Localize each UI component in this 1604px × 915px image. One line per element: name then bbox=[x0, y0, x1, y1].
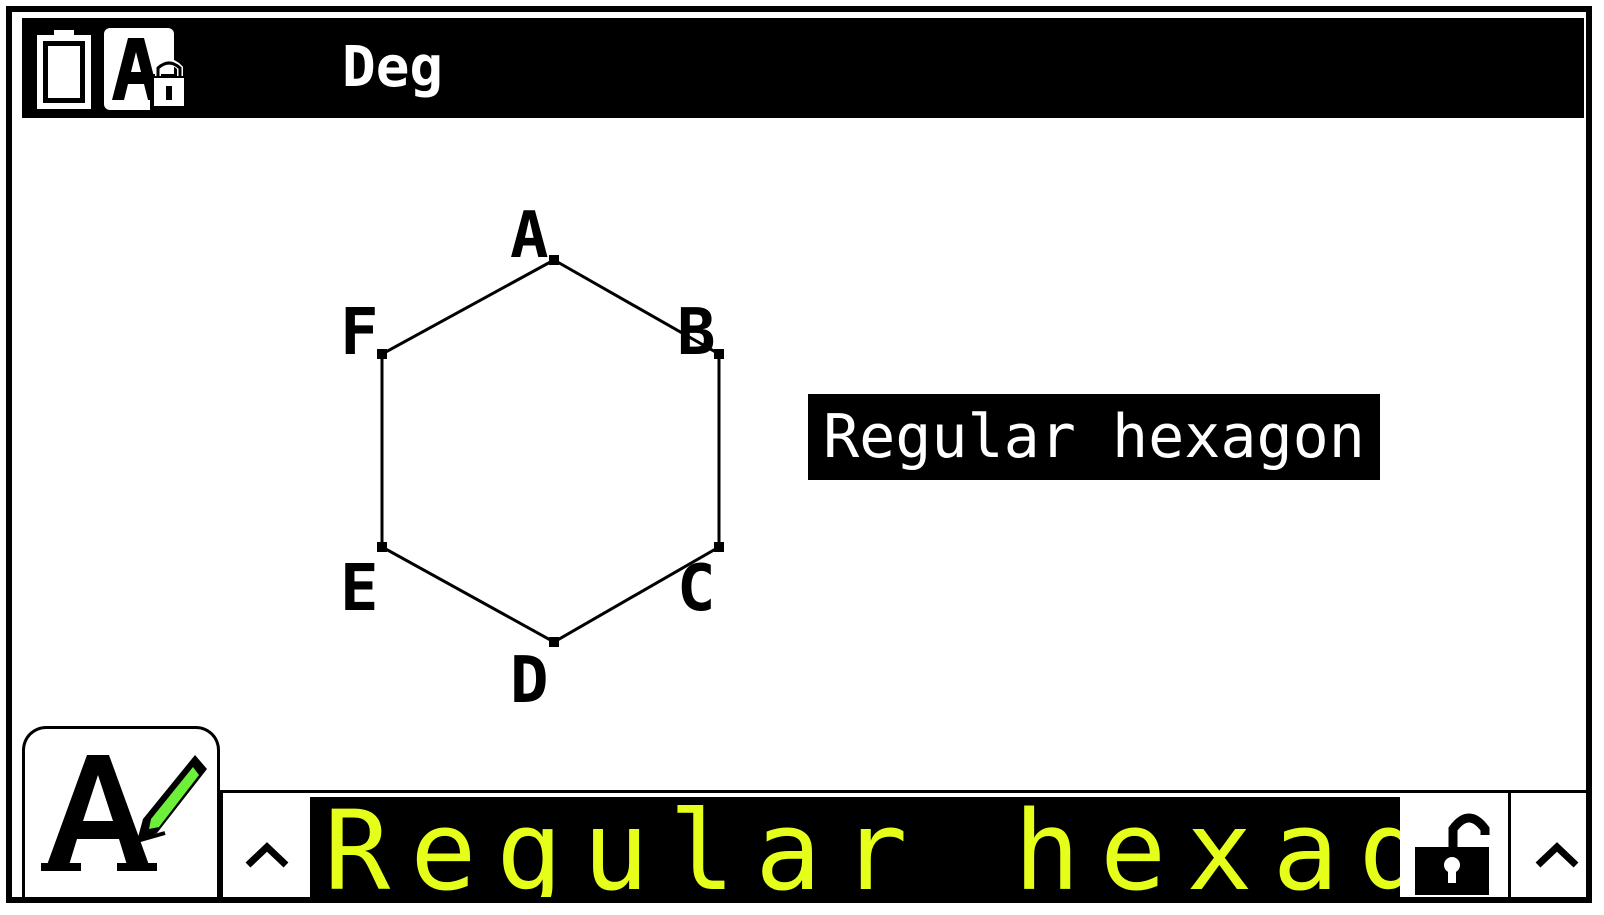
vertex-point-e[interactable] bbox=[377, 542, 387, 552]
vertex-point-c[interactable] bbox=[714, 542, 724, 552]
input-text: Regular hexago bbox=[324, 797, 1400, 903]
vertex-label-f: F bbox=[340, 296, 379, 370]
unlock-button[interactable] bbox=[1400, 797, 1508, 897]
vertex-label-b: B bbox=[677, 296, 716, 370]
text-label-box[interactable]: Regular hexagon bbox=[808, 394, 1380, 480]
hexagon-shape[interactable] bbox=[380, 258, 721, 644]
caret-up-icon bbox=[1535, 842, 1579, 868]
vertex-label-e: E bbox=[340, 552, 379, 626]
separator bbox=[220, 790, 223, 897]
unlock-icon bbox=[1415, 813, 1490, 895]
app-frame: Deg A B C D E F Regular hexagon Regular … bbox=[6, 6, 1592, 903]
right-caret-button[interactable] bbox=[1514, 812, 1586, 897]
vertex-label-c: C bbox=[677, 552, 716, 626]
vertex-point-d[interactable] bbox=[549, 637, 559, 647]
vertex-label-d: D bbox=[510, 644, 549, 718]
caret-up-icon bbox=[245, 842, 289, 868]
vertex-point-a[interactable] bbox=[549, 255, 559, 265]
text-label: Regular hexagon bbox=[823, 402, 1365, 472]
text-pen-icon bbox=[41, 755, 207, 871]
text-input-field[interactable]: Regular hexago bbox=[310, 797, 1400, 903]
left-caret-button[interactable] bbox=[224, 812, 310, 897]
separator bbox=[1508, 790, 1511, 897]
vertex-label-a: A bbox=[510, 199, 549, 273]
text-tool-button[interactable] bbox=[22, 726, 220, 897]
